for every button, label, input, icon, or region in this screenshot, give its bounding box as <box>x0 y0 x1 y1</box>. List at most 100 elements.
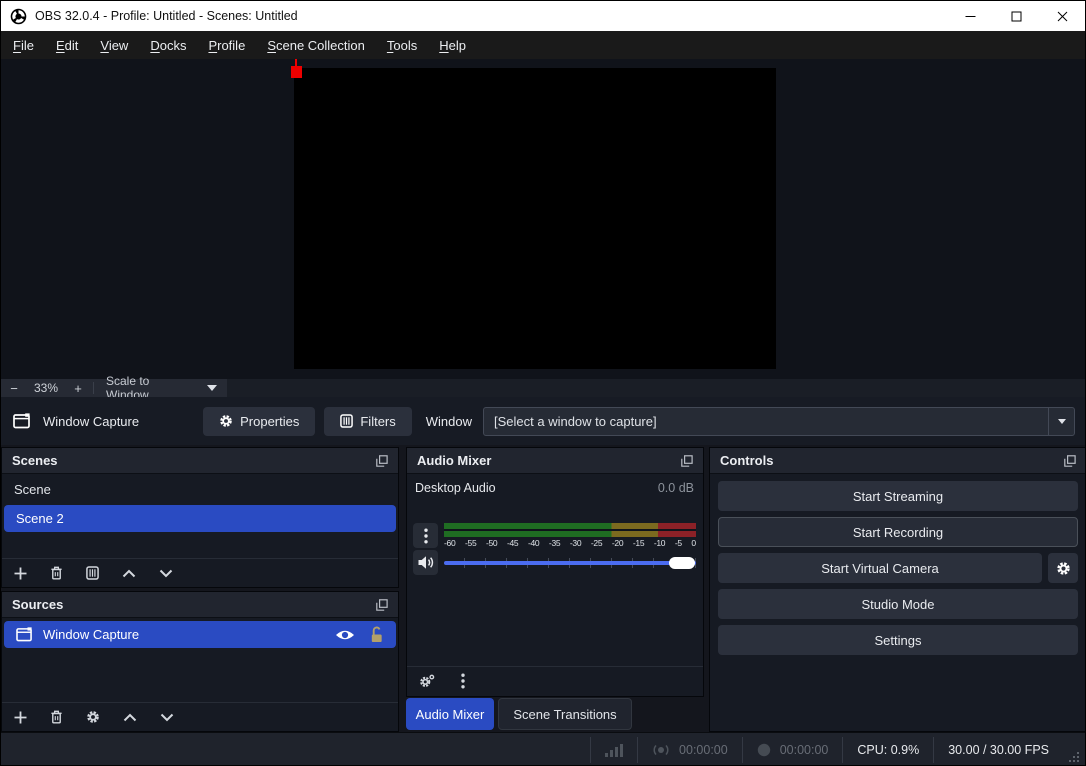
statusbar: 00:00:00 00:00:00 CPU: 0.9% 30.00 / 30.0… <box>1 732 1085 766</box>
properties-button[interactable]: Properties <box>203 407 315 436</box>
window-controls <box>947 1 1085 31</box>
track-header-row: Desktop Audio 0.0 dB <box>407 474 703 499</box>
tab-audio-mixer[interactable]: Audio Mixer <box>406 698 494 730</box>
visibility-eye-icon[interactable] <box>335 628 355 642</box>
preview-canvas[interactable] <box>294 68 776 369</box>
menu-help[interactable]: Help <box>428 33 477 58</box>
window-select-combobox[interactable]: [Select a window to capture] <box>483 407 1075 436</box>
audio-mixer-body: Desktop Audio 0.0 dB -60-55-50-45-40-35-… <box>407 474 703 695</box>
scene-item[interactable]: Scene <box>2 476 398 502</box>
filters-icon <box>340 414 353 428</box>
add-scene-button[interactable] <box>14 567 27 580</box>
obs-main-window: OBS 32.0.4 - Profile: Untitled - Scenes:… <box>0 0 1086 766</box>
record-dot-icon <box>757 743 771 757</box>
fps-indicator: 30.00 / 30.00 FPS <box>934 733 1063 766</box>
popout-icon[interactable] <box>681 455 693 467</box>
divider <box>93 382 94 394</box>
scale-mode-dropdown-button[interactable] <box>197 379 227 397</box>
controls-dock-header: Controls <box>710 448 1086 474</box>
properties-label: Properties <box>240 414 299 429</box>
start-virtual-camera-button[interactable]: Start Virtual Camera <box>718 553 1042 583</box>
preview-zoom-bar: − 33% + Scale to Window <box>1 379 1085 397</box>
minimize-button[interactable] <box>947 1 993 31</box>
menu-profile[interactable]: Profile <box>197 33 256 58</box>
add-source-button[interactable] <box>14 711 27 724</box>
menu-file[interactable]: File <box>2 33 45 58</box>
virtual-camera-settings-button[interactable] <box>1048 553 1078 583</box>
mute-speaker-button[interactable] <box>413 550 438 575</box>
meter-bar-right <box>444 531 696 537</box>
menu-view[interactable]: View <box>89 33 139 58</box>
preview-area[interactable] <box>1 59 1085 379</box>
record-timer: 00:00:00 <box>743 733 843 766</box>
close-button[interactable] <box>1039 1 1085 31</box>
volume-slider-handle[interactable] <box>669 557 695 569</box>
gear-icon <box>219 414 233 428</box>
settings-button[interactable]: Settings <box>718 625 1078 655</box>
remove-scene-button[interactable] <box>50 566 63 580</box>
menu-tools[interactable]: Tools <box>376 33 428 58</box>
titlebar: OBS 32.0.4 - Profile: Untitled - Scenes:… <box>1 1 1085 31</box>
stream-time: 00:00:00 <box>679 743 728 757</box>
mixer-menu-dots-icon[interactable] <box>461 673 465 689</box>
scenes-dock-title: Scenes <box>12 453 58 468</box>
track-name: Desktop Audio <box>415 481 496 495</box>
remove-source-button[interactable] <box>50 710 63 724</box>
sources-dock-header: Sources <box>2 592 398 618</box>
lock-unlocked-icon[interactable] <box>369 626 384 643</box>
zoom-out-button[interactable]: − <box>1 381 27 396</box>
window-property-label: Window <box>426 414 472 429</box>
source-context-toolbar: Window Capture Properties Filters <box>1 397 1085 445</box>
sources-dock: Sources Window Capture <box>1 591 399 732</box>
menu-scene-collection[interactable]: Scene Collection <box>256 33 376 58</box>
zoom-in-button[interactable]: + <box>65 381 91 396</box>
scene-filters-button[interactable] <box>86 566 99 580</box>
broadcast-icon <box>652 742 670 758</box>
menu-docks[interactable]: Docks <box>139 33 197 58</box>
window-select-value: [Select a window to capture] <box>484 414 1048 429</box>
volume-slider[interactable] <box>444 556 696 570</box>
popout-icon[interactable] <box>1064 455 1076 467</box>
filters-button[interactable]: Filters <box>324 407 411 436</box>
maximize-button[interactable] <box>993 1 1039 31</box>
studio-mode-button[interactable]: Studio Mode <box>718 589 1078 619</box>
controls-body: Start Streaming Start Recording Start Vi… <box>710 474 1086 662</box>
context-source-name: Window Capture <box>43 414 139 429</box>
resize-grip[interactable] <box>1069 751 1081 763</box>
start-recording-button[interactable]: Start Recording <box>718 517 1078 547</box>
popout-icon[interactable] <box>376 599 388 611</box>
meter-scale: -60-55-50-45-40-35-30-25-20-15-10-50 <box>444 538 696 548</box>
volume-meter: -60-55-50-45-40-35-30-25-20-15-10-50 <box>444 523 696 548</box>
controls-dock: Controls Start Streaming Start Recording… <box>709 447 1086 732</box>
advanced-audio-gear-icon[interactable] <box>419 674 435 688</box>
track-db-value: 0.0 dB <box>658 481 694 495</box>
track-menu-button[interactable] <box>413 523 438 548</box>
scenes-dock: Scenes Scene Scene 2 <box>1 447 399 588</box>
move-scene-down-button[interactable] <box>159 569 173 578</box>
zoom-level: 33% <box>27 381 65 395</box>
sources-dock-title: Sources <box>12 597 63 612</box>
record-time: 00:00:00 <box>780 743 829 757</box>
source-resize-handle[interactable] <box>291 66 302 78</box>
move-source-up-button[interactable] <box>123 713 137 722</box>
audio-mixer-title: Audio Mixer <box>417 453 491 468</box>
move-source-down-button[interactable] <box>160 713 174 722</box>
zoom-controls: − 33% + Scale to Window <box>1 379 227 397</box>
tab-scene-transitions[interactable]: Scene Transitions <box>498 698 632 730</box>
audio-mixer-header: Audio Mixer <box>407 448 703 474</box>
window-capture-icon <box>16 627 33 642</box>
scene-item-selected[interactable]: Scene 2 <box>4 505 396 532</box>
network-status <box>591 733 637 766</box>
menu-edit[interactable]: Edit <box>45 33 89 58</box>
filters-label: Filters <box>360 414 395 429</box>
controls-dock-title: Controls <box>720 453 773 468</box>
source-item-selected[interactable]: Window Capture <box>4 621 396 648</box>
move-scene-up-button[interactable] <box>122 569 136 578</box>
combobox-dropdown-zone[interactable] <box>1048 408 1074 435</box>
source-item-name: Window Capture <box>43 627 139 642</box>
start-streaming-button[interactable]: Start Streaming <box>718 481 1078 511</box>
source-properties-button[interactable] <box>86 710 100 724</box>
popout-icon[interactable] <box>376 455 388 467</box>
window-capture-icon <box>13 413 31 429</box>
menubar: File Edit View Docks Profile Scene Colle… <box>1 31 1085 59</box>
